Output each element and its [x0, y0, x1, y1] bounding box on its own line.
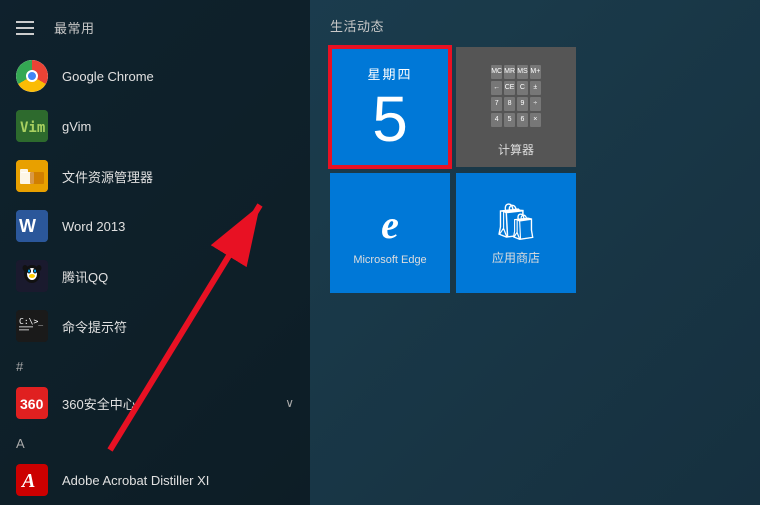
chrome-app-icon — [16, 60, 48, 92]
cmd-label: 命令提示符 — [62, 317, 127, 336]
app-item-360[interactable]: 360 360安全中心 ∨ — [0, 378, 310, 428]
left-panel: 最常用 Google Chrome Vim — [0, 0, 310, 505]
360-app-icon: 360 — [16, 387, 48, 419]
calc-grid-icon: MC MR MS M+ ← CE C ± 7 8 9 ÷ 4 5 — [483, 57, 549, 135]
fileexp-label: 文件资源管理器 — [62, 167, 153, 186]
svg-text:360: 360 — [20, 396, 44, 412]
tiles-col-1: 星期四 5 e Microsoft Edge — [330, 47, 450, 293]
app-item-acrobat[interactable]: A Adobe Acrobat Distiller XI — [0, 455, 310, 505]
gvim-label: gVim — [62, 119, 91, 134]
360-label: 360安全中心 — [62, 394, 136, 413]
chrome-label: Google Chrome — [62, 69, 154, 84]
tile-edge[interactable]: e Microsoft Edge — [330, 173, 450, 293]
qq-label: 腾讯QQ — [62, 267, 108, 286]
calendar-day-num: 5 — [372, 87, 408, 151]
store-bag-icon: 🛍 — [493, 201, 539, 243]
word-app-icon: W — [16, 210, 48, 242]
svg-text:W: W — [19, 216, 36, 236]
app-item-cmd[interactable]: C:\>_ 命令提示符 — [0, 301, 310, 351]
store-label: 应用商店 — [492, 249, 540, 266]
calc-label: 计算器 — [498, 141, 534, 158]
tile-calendar[interactable]: 星期四 5 — [330, 47, 450, 167]
word-label: Word 2013 — [62, 219, 125, 234]
live-tiles-label: 生活动态 — [330, 16, 740, 35]
header-row: 最常用 — [0, 8, 310, 47]
acrobat-app-icon: A — [16, 464, 48, 496]
app-360-left: 360 360安全中心 — [16, 387, 136, 419]
app-item-qq[interactable]: 腾讯QQ — [0, 251, 310, 301]
acrobat-label: Adobe Acrobat Distiller XI — [62, 473, 209, 488]
frequent-label: 最常用 — [54, 18, 95, 37]
right-panel: 生活动态 星期四 5 e Microsoft Edge MC — [310, 0, 760, 505]
svg-text:Vim: Vim — [20, 120, 45, 136]
calendar-day-name: 星期四 — [367, 64, 412, 83]
tiles-grid: 星期四 5 e Microsoft Edge MC MR MS M+ — [330, 47, 740, 293]
svg-text:C:\>_: C:\>_ — [19, 317, 43, 326]
app-item-fileexp[interactable]: 文件资源管理器 — [0, 151, 310, 201]
tile-store[interactable]: 🛍 应用商店 — [456, 173, 576, 293]
qq-app-icon — [16, 260, 48, 292]
gvim-app-icon: Vim — [16, 110, 48, 142]
category-a: A — [0, 428, 310, 455]
app-item-gvim[interactable]: Vim gVim — [0, 101, 310, 151]
edge-logo-icon: e — [381, 201, 399, 248]
app-item-word[interactable]: W Word 2013 — [0, 201, 310, 251]
fileexp-app-icon — [16, 160, 48, 192]
start-menu: 最常用 Google Chrome Vim — [0, 0, 760, 505]
app-item-chrome[interactable]: Google Chrome — [0, 51, 310, 101]
chevron-down-icon: ∨ — [285, 396, 294, 410]
tile-calculator[interactable]: MC MR MS M+ ← CE C ± 7 8 9 ÷ 4 5 — [456, 47, 576, 167]
app-list: Google Chrome Vim gVim — [0, 47, 310, 505]
cmd-app-icon: C:\>_ — [16, 310, 48, 342]
svg-text:A: A — [20, 470, 35, 492]
edge-label: Microsoft Edge — [353, 254, 426, 266]
tiles-col-2: MC MR MS M+ ← CE C ± 7 8 9 ÷ 4 5 — [456, 47, 576, 293]
category-hash: # — [0, 351, 310, 378]
hamburger-icon[interactable] — [16, 21, 34, 35]
